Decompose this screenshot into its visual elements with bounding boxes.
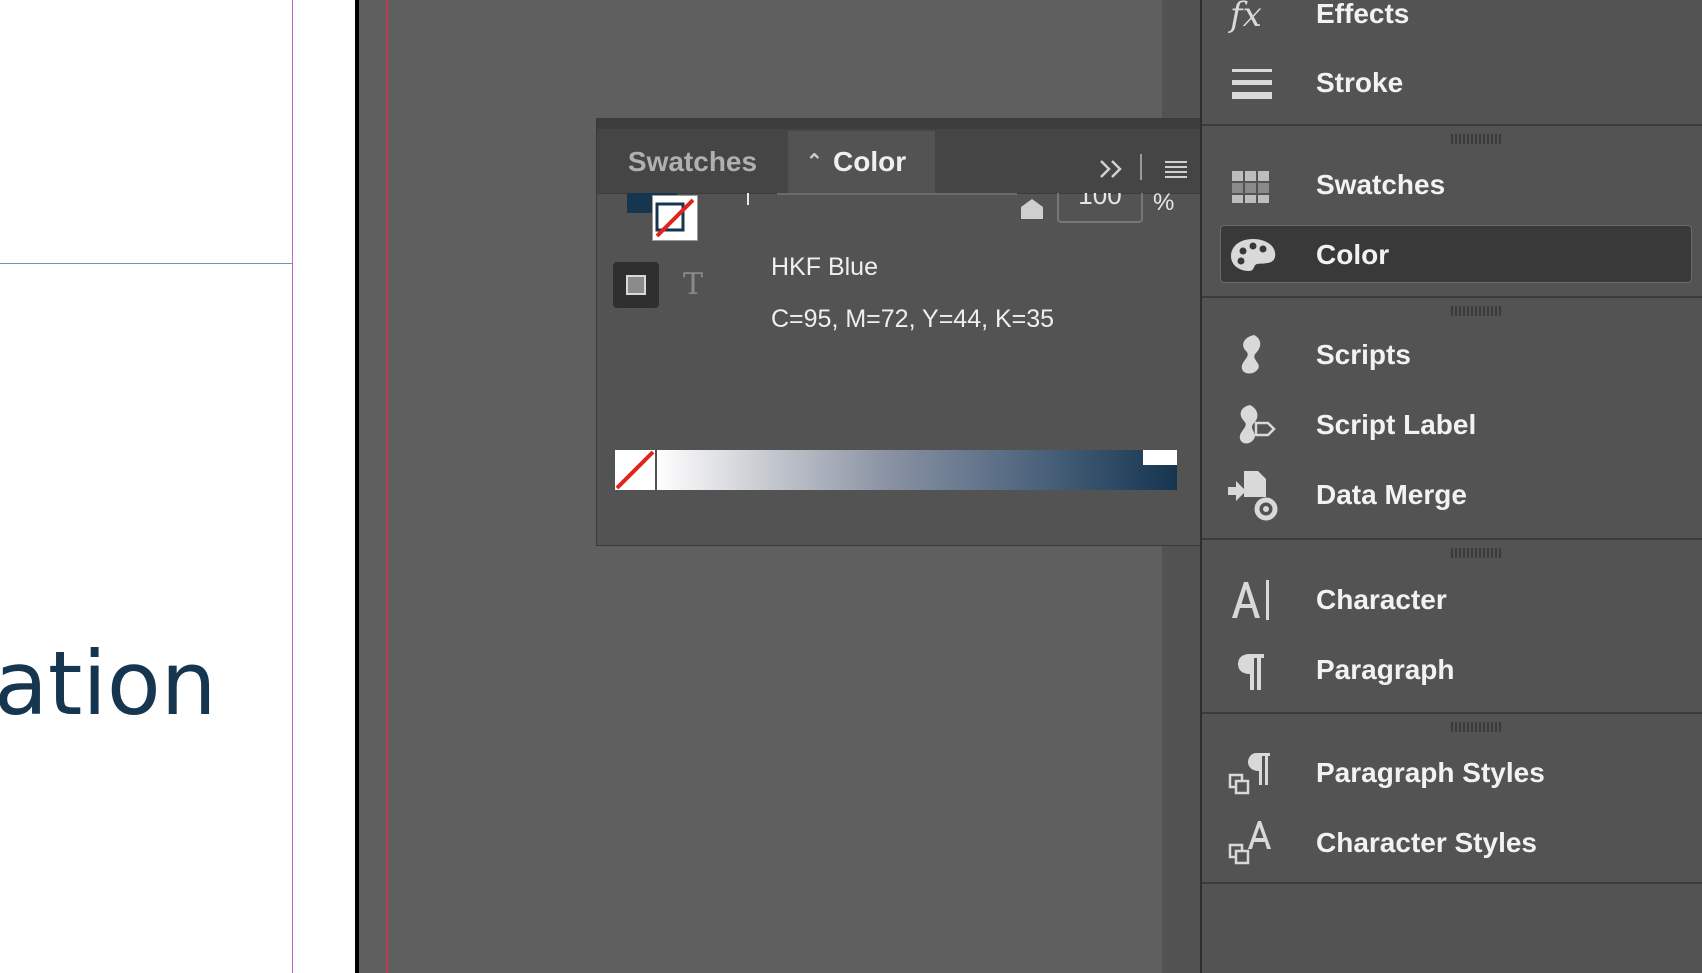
color-values-label: C=95, M=72, Y=44, K=35	[771, 305, 1055, 333]
dock-item-label: Effects	[1316, 0, 1410, 29]
tab-swatches[interactable]: Swatches	[597, 131, 788, 193]
panel-menu-icon[interactable]	[1161, 151, 1191, 187]
dock-group-separator	[1202, 538, 1702, 540]
panel-dock: fx Effects Stroke Swatches Color Scripts…	[1200, 0, 1702, 973]
bleed-guide	[386, 0, 388, 973]
dock-item-label: Character	[1316, 584, 1447, 615]
white-swatch-button[interactable]	[1143, 450, 1177, 465]
tab-color[interactable]: ⌃ Color	[788, 131, 935, 193]
options-toggle-icon[interactable]: ⌃	[806, 131, 823, 193]
dock-item-label: Color	[1316, 239, 1390, 270]
dock-group-grip[interactable]	[1451, 548, 1503, 558]
dock-group-separator	[1202, 712, 1702, 714]
dock-item-label: Script Label	[1316, 409, 1477, 440]
collapse-panel-icon[interactable]	[1095, 151, 1129, 187]
fx-icon: fx	[1227, 0, 1276, 38]
data-merge-icon	[1226, 471, 1278, 521]
tab-color-label: Color	[833, 146, 907, 177]
tint-slider-tick	[747, 193, 749, 205]
color-name-label: HKF Blue	[771, 253, 878, 281]
character-styles-icon	[1228, 819, 1276, 867]
margin-guide-vertical	[292, 0, 293, 973]
dock-group-separator	[1202, 124, 1702, 126]
panel-tab-bar: Swatches ⌃ Color	[597, 129, 1201, 194]
scripts-icon	[1228, 331, 1276, 379]
dock-item-character[interactable]: Character	[1220, 571, 1692, 629]
panel-drag-bar[interactable]	[597, 119, 1201, 129]
tab-bar-divider	[1140, 154, 1142, 180]
tint-value-field[interactable]: 100	[1057, 193, 1143, 223]
formatting-affects-container-button[interactable]	[613, 262, 659, 308]
dock-item-label: Scripts	[1316, 339, 1411, 370]
dock-item-paragraph[interactable]: Paragraph	[1220, 641, 1692, 699]
dock-item-label: Paragraph	[1316, 654, 1455, 685]
tint-slider[interactable]	[777, 193, 1017, 195]
color-panel[interactable]: Swatches ⌃ Color 100 % T HKF Blue C=95, …	[596, 118, 1202, 546]
stroke-swatch-none[interactable]	[652, 195, 698, 241]
formatting-affects-text-button[interactable]: T	[673, 265, 713, 305]
dock-item-paragraph-styles[interactable]: Paragraph Styles	[1220, 744, 1692, 802]
document-text-frame[interactable]: ation	[0, 640, 217, 728]
dock-group-separator	[1202, 296, 1702, 298]
script-label-icon	[1228, 401, 1276, 449]
tint-slider-thumb-icon[interactable]	[1019, 193, 1045, 221]
paragraph-icon	[1228, 646, 1276, 694]
tint-value-text: 100	[1078, 193, 1122, 210]
dock-item-label: Stroke	[1316, 67, 1404, 98]
character-icon	[1228, 576, 1276, 624]
color-ramp[interactable]	[657, 450, 1177, 490]
dock-item-label: Paragraph Styles	[1316, 757, 1545, 788]
dock-item-data-merge[interactable]: Data Merge	[1220, 466, 1692, 524]
dock-item-scripts[interactable]: Scripts	[1220, 326, 1692, 384]
none-swatch-button[interactable]	[615, 450, 655, 490]
svg-text:fx: fx	[1228, 0, 1262, 35]
page-edge	[355, 0, 359, 973]
dock-group-grip[interactable]	[1451, 134, 1503, 144]
palette-icon	[1229, 231, 1277, 279]
dock-item-label: Swatches	[1316, 169, 1446, 200]
dock-group-grip[interactable]	[1451, 306, 1503, 316]
stroke-icon	[1228, 59, 1276, 107]
swatches-icon	[1228, 161, 1276, 209]
tint-percent-label: %	[1153, 189, 1175, 216]
dock-group-grip[interactable]	[1451, 722, 1503, 732]
dock-item-stroke[interactable]: Stroke	[1220, 54, 1692, 112]
dock-group-separator	[1202, 882, 1702, 884]
dock-item-color[interactable]: Color	[1220, 225, 1692, 283]
document-page[interactable]	[0, 0, 355, 973]
dock-item-character-styles[interactable]: Character Styles	[1220, 814, 1692, 872]
dock-item-swatches[interactable]: Swatches	[1220, 156, 1692, 214]
dock-item-label: Character Styles	[1316, 827, 1538, 858]
dock-item-effects[interactable]: fx Effects	[1220, 0, 1692, 43]
dock-item-label: Data Merge	[1316, 479, 1467, 510]
dock-item-script-label[interactable]: Script Label	[1220, 396, 1692, 454]
paragraph-styles-icon	[1228, 749, 1276, 797]
margin-guide-horizontal	[0, 263, 292, 264]
